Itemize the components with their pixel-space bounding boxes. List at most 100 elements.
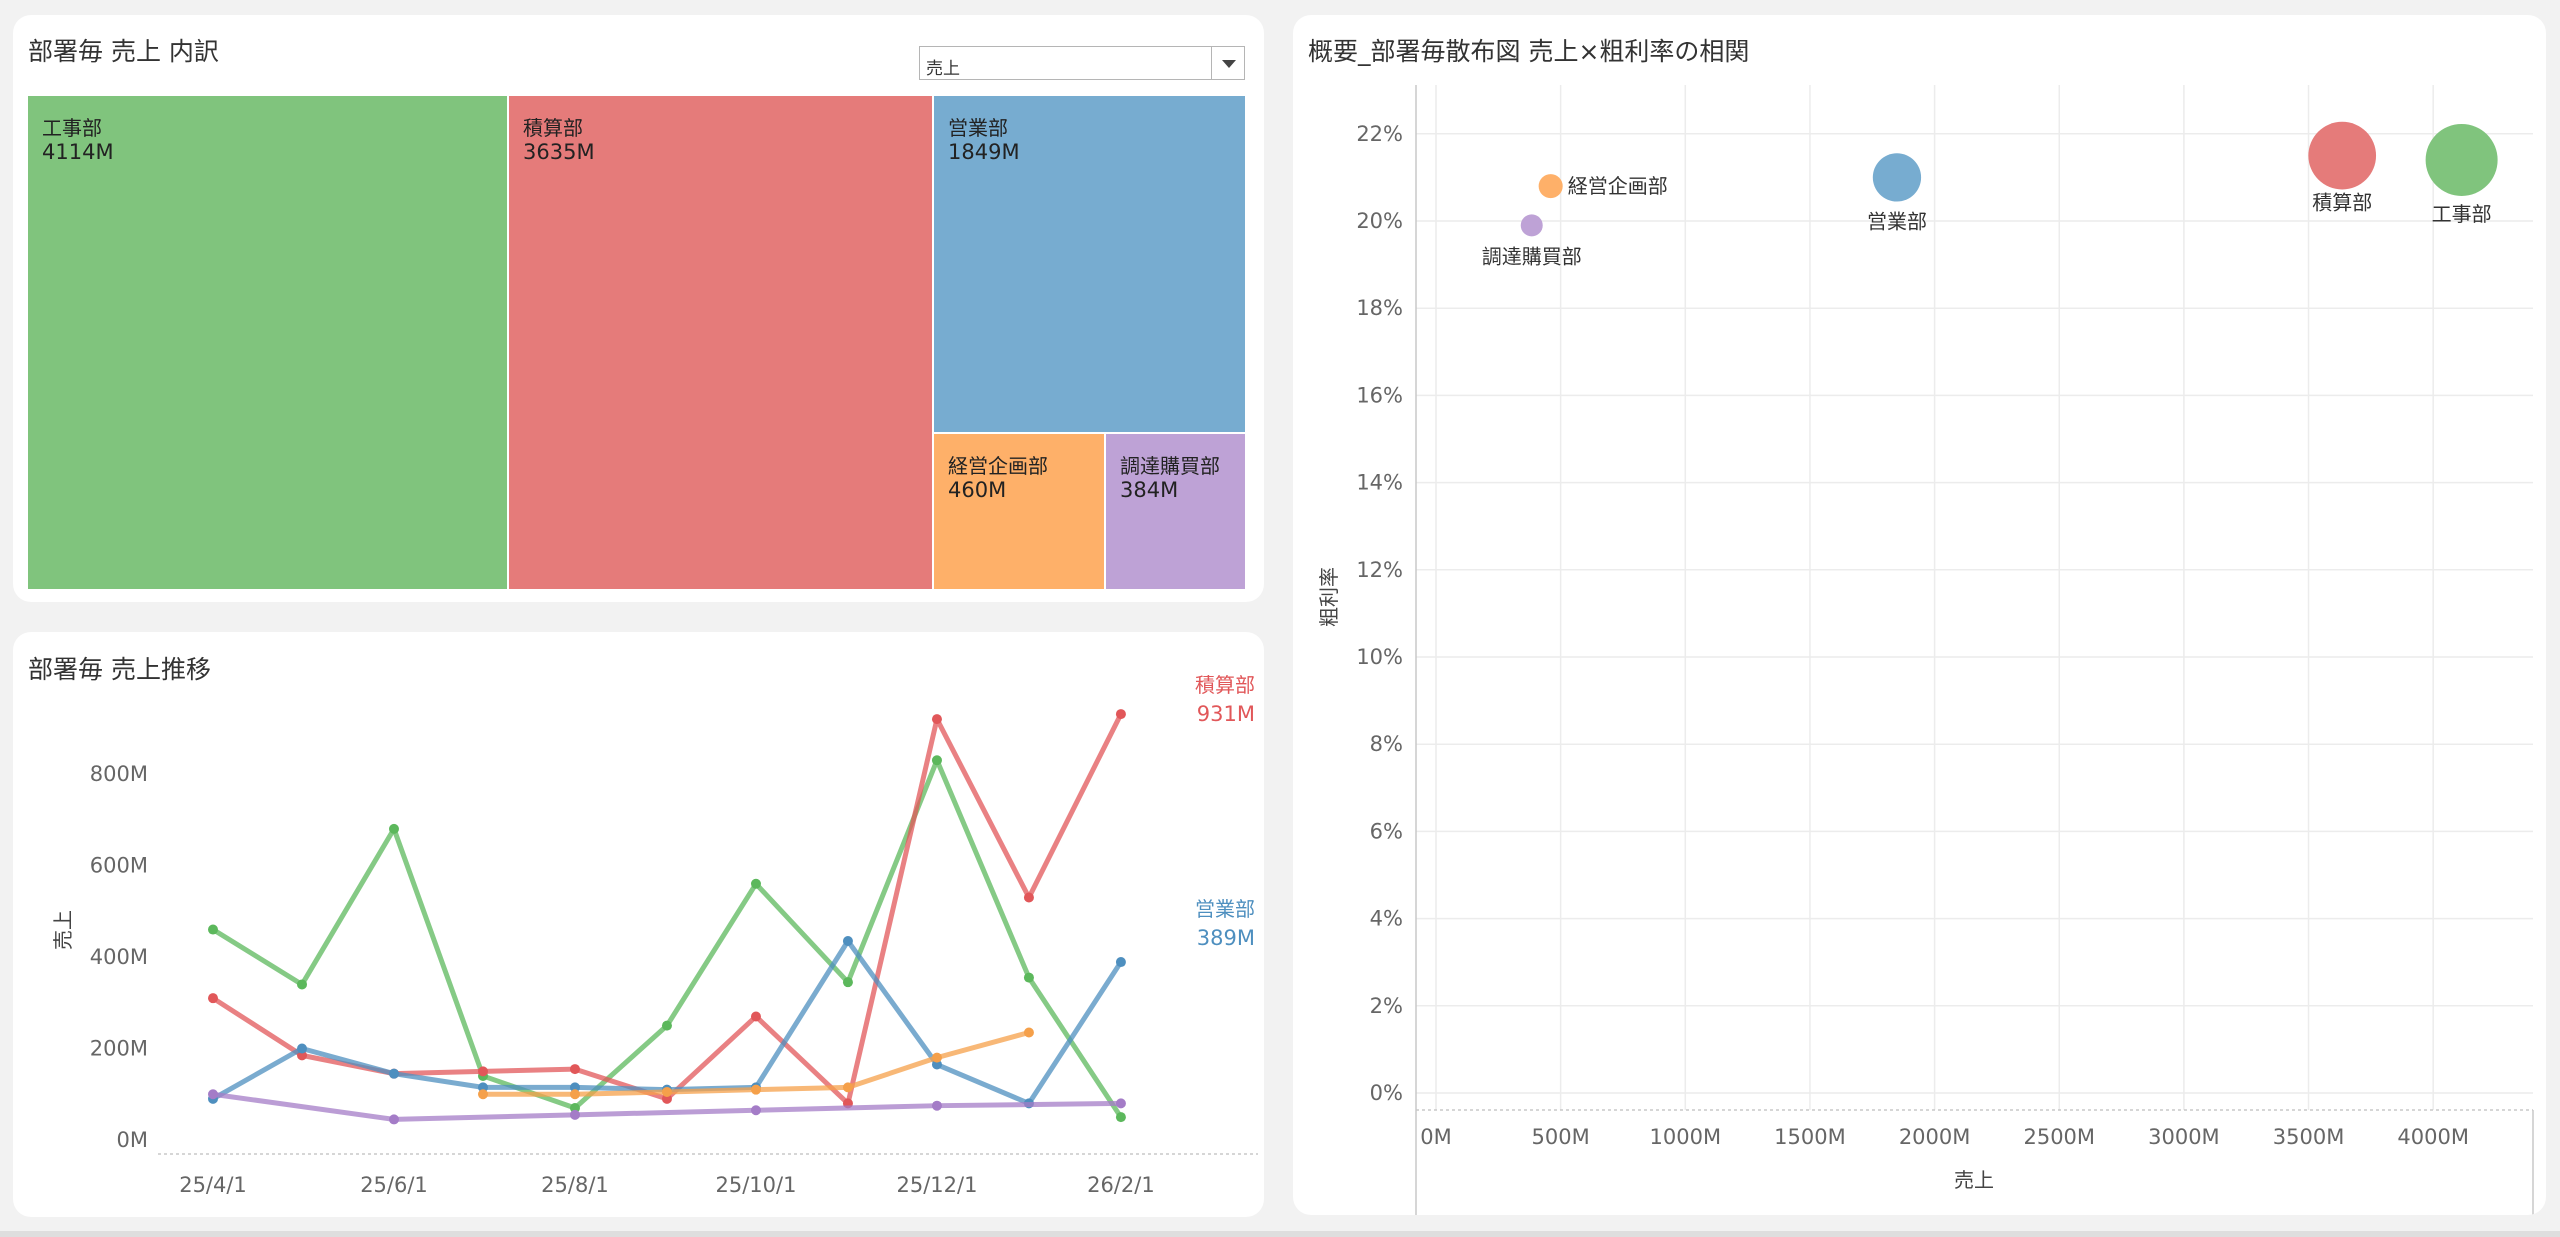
scatter-point xyxy=(1520,214,1543,237)
treemap-tile[interactable]: 積算部 3635M xyxy=(509,96,934,591)
series-end-label: 積算部 xyxy=(1195,673,1255,697)
dropdown-toggle[interactable] xyxy=(1211,47,1244,79)
measure-dropdown[interactable]: 売上 xyxy=(919,46,1245,80)
point-label: 工事部 xyxy=(2432,202,2492,226)
point-label: 営業部 xyxy=(1867,209,1927,233)
data-point xyxy=(1115,957,1126,968)
y-tick-label: 2% xyxy=(1370,994,1403,1018)
data-point xyxy=(208,924,218,935)
series-end-value: 389M xyxy=(1197,926,1255,950)
treemap-tile[interactable]: 経営企画部 460M xyxy=(934,434,1106,591)
scatter-panel: 概要_部署毎散布図 売上×粗利率の相関 0% 2% 4% 6% 8% 10% 12% 14% 1… xyxy=(1293,15,2546,1215)
treemap-tile[interactable]: 工事部 4114M xyxy=(28,96,509,591)
data-point xyxy=(569,1089,580,1100)
treemap-tile[interactable]: 調達購買部 384M xyxy=(1106,434,1247,591)
series-end-label: 営業部 xyxy=(1195,897,1255,921)
y-tick-label: 400M xyxy=(90,945,148,969)
x-axis-title: 売上 xyxy=(1954,1168,1994,1192)
tile-value: 460M xyxy=(948,478,1007,502)
data-point xyxy=(208,1089,218,1100)
treemap-panel: 部署毎 売上 内訳 売上 工事部 4114M 積算部 3635M 営業部 184… xyxy=(13,15,1264,602)
data-point xyxy=(842,1082,853,1093)
data-point xyxy=(297,979,308,990)
y-tick-label: 0M xyxy=(117,1128,148,1152)
tile-value: 3635M xyxy=(523,140,595,164)
data-point xyxy=(569,1064,580,1075)
x-tick-label: 4000M xyxy=(2397,1125,2469,1149)
y-tick-label: 4% xyxy=(1370,907,1403,931)
x-tick-label: 1000M xyxy=(1650,1125,1722,1149)
data-point xyxy=(931,1052,942,1063)
series-group xyxy=(208,755,1126,1123)
tile-label: 調達購買部 xyxy=(1120,454,1220,478)
tile-value: 4114M xyxy=(42,140,114,164)
data-point xyxy=(388,823,399,834)
data-point xyxy=(208,993,218,1004)
x-tick-label: 3000M xyxy=(2148,1125,2220,1149)
bottom-tab-strip xyxy=(0,1231,2560,1237)
data-point xyxy=(1023,1027,1034,1038)
x-tick-label: 2500M xyxy=(2023,1125,2095,1149)
x-tick-label: 2000M xyxy=(1899,1125,1971,1149)
scatter-point xyxy=(2308,121,2377,190)
data-point xyxy=(661,1020,672,1031)
x-tick-label: 25/4/1 xyxy=(179,1173,247,1197)
tile-label: 工事部 xyxy=(42,116,102,140)
x-tick-label: 25/10/1 xyxy=(715,1173,796,1197)
data-point xyxy=(750,1011,761,1022)
y-tick-label: 0% xyxy=(1370,1081,1403,1105)
data-point xyxy=(388,1114,399,1125)
y-axis-title: 粗利率 xyxy=(1317,567,1341,627)
treemap-area: 工事部 4114M 積算部 3635M 営業部 1849M 経営企画部 460M… xyxy=(28,96,1263,591)
data-point xyxy=(388,1068,399,1079)
y-tick-label: 18% xyxy=(1356,296,1403,320)
y-tick-label: 20% xyxy=(1356,209,1403,233)
y-tick-label: 800M xyxy=(90,762,148,786)
point-label: 調達購買部 xyxy=(1482,244,1582,268)
treemap-title: 部署毎 売上 内訳 xyxy=(28,37,219,66)
measure-dropdown-value: 売上 xyxy=(926,59,960,79)
x-tick-label: 500M xyxy=(1532,1125,1590,1149)
data-point xyxy=(931,1100,942,1111)
y-tick-label: 10% xyxy=(1356,645,1403,669)
treemap-tile[interactable]: 営業部 1849M xyxy=(934,96,1247,434)
point-label: 積算部 xyxy=(2312,191,2372,215)
data-point xyxy=(1023,892,1034,903)
data-point xyxy=(1115,1112,1126,1123)
tile-value: 1849M xyxy=(948,140,1020,164)
scatter-point xyxy=(2425,123,2498,196)
x-tick-label: 0M xyxy=(1420,1125,1451,1149)
data-point xyxy=(478,1066,489,1077)
y-tick-label: 600M xyxy=(90,854,148,878)
scatter-point xyxy=(1538,174,1563,199)
chevron-down-icon xyxy=(1222,60,1236,68)
y-tick-label: 16% xyxy=(1356,383,1403,407)
tile-label: 営業部 xyxy=(948,116,1008,140)
y-tick-label: 12% xyxy=(1356,558,1403,582)
y-axis-title: 売上 xyxy=(51,910,75,950)
y-tick-label: 6% xyxy=(1370,819,1403,843)
data-point xyxy=(931,755,942,766)
data-point xyxy=(1023,972,1034,983)
data-point xyxy=(842,977,853,988)
x-tick-label: 25/8/1 xyxy=(541,1173,609,1197)
y-tick-label: 200M xyxy=(90,1037,148,1061)
y-tick-label: 14% xyxy=(1356,471,1403,495)
data-point xyxy=(478,1089,489,1100)
data-point xyxy=(842,935,853,946)
data-point xyxy=(1115,709,1126,720)
data-point xyxy=(661,1086,672,1097)
tile-label: 経営企画部 xyxy=(948,454,1048,478)
series-end-value: 931M xyxy=(1197,702,1255,726)
y-tick-label: 8% xyxy=(1370,732,1403,756)
x-tick-label: 25/12/1 xyxy=(896,1173,977,1197)
data-point xyxy=(297,1043,308,1054)
data-point xyxy=(750,1084,761,1095)
line-chart: 0M 200M 400M 600M 800M 25/4/1 25/6/1 25/8/1 25/1… xyxy=(51,673,1258,1197)
data-point xyxy=(931,714,942,725)
tile-value: 384M xyxy=(1120,478,1179,502)
x-tick-label: 25/6/1 xyxy=(360,1173,428,1197)
data-point xyxy=(750,1105,761,1116)
data-point xyxy=(750,878,761,889)
line-panel: 部署毎 売上推移 0M 200M 400M 600M 800M 25/4/1 25/6/1 2… xyxy=(13,632,1264,1217)
